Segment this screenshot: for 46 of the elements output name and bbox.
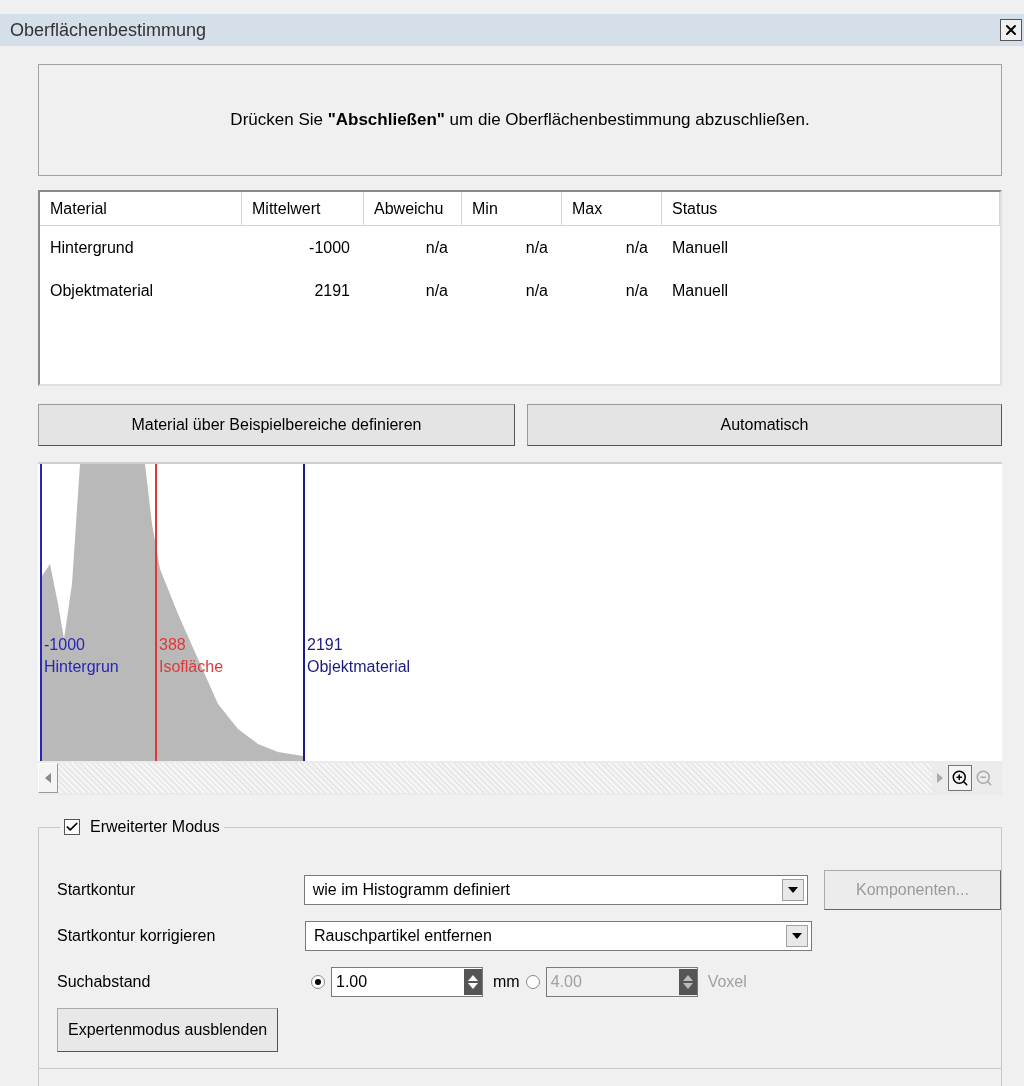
marker-line[interactable] — [303, 464, 305, 761]
table-cell-text: n/a — [624, 280, 649, 301]
table-cell-text: n/a — [424, 280, 449, 301]
table-cell-text: Manuell — [671, 280, 730, 301]
checkbox[interactable] — [64, 819, 80, 835]
checkbox-label: Erweiterter Modus — [90, 817, 220, 837]
table-cell-text: n/a — [624, 237, 649, 258]
action-button[interactable]: Material über Beispielbereiche definieren — [38, 404, 515, 446]
column-header[interactable]: Material — [40, 192, 242, 225]
column-header[interactable]: Max — [562, 192, 662, 225]
radio-button[interactable] — [311, 975, 325, 989]
expert-mode-button[interactable]: Expertenmodus ausblenden — [57, 1008, 279, 1052]
marker-value: -1000 — [44, 635, 86, 655]
marker-line[interactable] — [155, 464, 157, 761]
table-cell-text: n/a — [524, 237, 549, 258]
table-cell-text: -1000 — [308, 237, 351, 258]
window-title: Oberflächenbestimmung — [10, 18, 208, 42]
column-header[interactable]: Mittelwert — [242, 192, 364, 225]
table-cell-text: Manuell — [671, 237, 730, 258]
table-cell-text: 2191 — [313, 280, 351, 301]
table-cell-text: n/a — [524, 280, 549, 301]
field-label: Startkontur — [57, 880, 137, 900]
zoom-in-icon[interactable] — [948, 765, 972, 791]
marker-value: 2191 — [307, 635, 344, 655]
marker-label: Isofläche — [159, 657, 224, 677]
column-header[interactable]: Status — [662, 192, 1000, 225]
marker-line[interactable] — [40, 464, 42, 761]
marker-label: Hintergrun — [44, 657, 119, 677]
number-field[interactable]: 1.00 — [331, 967, 483, 997]
dropdown[interactable]: wie im Histogramm definiert — [303, 875, 808, 905]
unit-label: Voxel — [707, 972, 747, 992]
table-cell-text: n/a — [424, 237, 449, 258]
action-button[interactable]: Automatisch — [527, 404, 1002, 446]
instruction-text: Drücken Sie "Abschließen" um die Oberflächenbestimmung abzuschließen. — [230, 109, 810, 132]
table-cell-text: Hintergrund — [49, 237, 135, 258]
marker-value: 388 — [159, 635, 187, 655]
unit-label: mm — [493, 972, 520, 992]
marker-label: Objektmaterial — [307, 657, 411, 677]
column-header[interactable]: Min — [462, 192, 562, 225]
column-header[interactable]: Abweichu — [364, 192, 462, 225]
table-cell-text: Objektmaterial — [49, 280, 155, 301]
spinner-icon[interactable] — [464, 969, 482, 995]
field-label: Suchabstand — [57, 972, 152, 992]
dropdown[interactable]: Rauschpartikel entfernen — [305, 921, 812, 951]
field-label: Startkontur korrigieren — [57, 926, 217, 946]
scroll-left-icon[interactable] — [38, 763, 58, 793]
